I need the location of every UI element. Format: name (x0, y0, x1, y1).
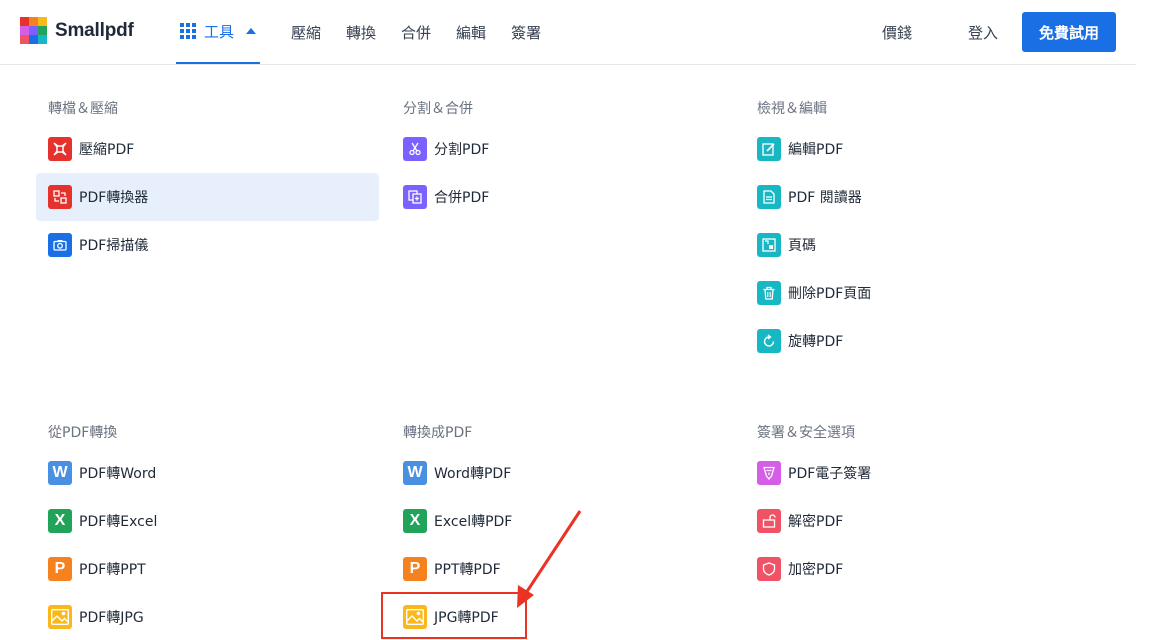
red-arrow-icon (517, 510, 582, 608)
